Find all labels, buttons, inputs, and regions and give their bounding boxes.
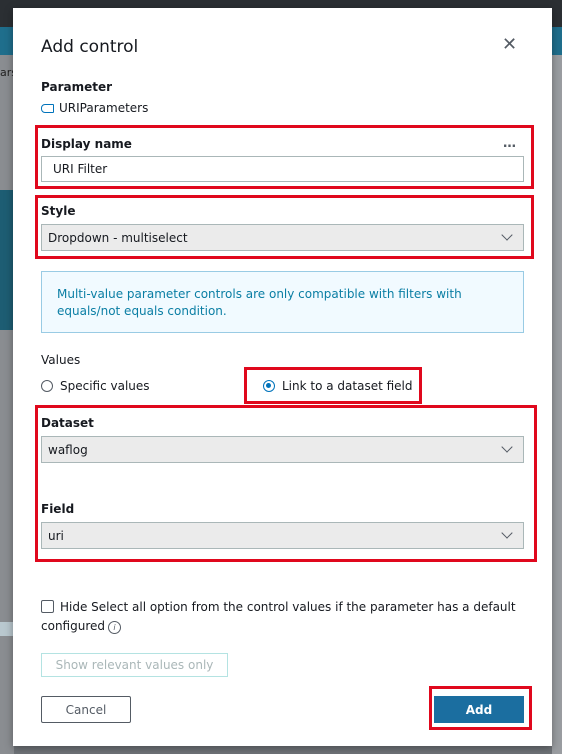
parameter-icon [41,103,54,113]
cancel-button[interactable]: Cancel [41,696,131,723]
radio-specific-values[interactable]: Specific values [41,379,150,393]
info-message: Multi-value parameter controls are only … [41,271,524,333]
parameter-label: Parameter [41,80,113,94]
show-relevant-values-button[interactable]: Show relevant values only [41,653,228,677]
field-select-value: uri [48,528,64,543]
dataset-label: Dataset [41,416,94,430]
info-icon[interactable]: i [108,621,121,634]
background-right-pane [552,55,562,754]
dataset-select-value: waflog [48,442,88,457]
radio-specific-values-label: Specific values [60,379,150,393]
radio-link-dataset-field-label: Link to a dataset field [282,379,413,393]
add-control-dialog: Add control ✕ Parameter URIParameters Di… [13,8,552,746]
background-left-visual [0,190,14,330]
display-name-label: Display name [41,137,132,151]
chevron-down-icon [501,527,513,539]
display-name-input[interactable]: URI Filter [41,156,524,182]
more-options-icon[interactable]: … [503,136,517,151]
checkbox-icon[interactable] [41,600,54,613]
values-label: Values [41,353,81,367]
background-left-strip [0,622,14,636]
dialog-title: Add control [41,37,139,57]
chevron-down-icon [501,229,513,241]
dataset-select[interactable]: waflog [41,436,524,463]
close-icon[interactable]: ✕ [502,35,517,55]
background-left-pane [0,55,14,754]
radio-button-icon[interactable] [41,380,53,392]
style-label: Style [41,204,76,218]
field-select[interactable]: uri [41,522,524,549]
chevron-down-icon [501,441,513,453]
add-button[interactable]: Add [434,696,524,723]
radio-link-dataset-field[interactable]: Link to a dataset field [263,379,413,393]
parameter-name: URIParameters [41,101,148,115]
radio-button-selected-icon[interactable] [263,380,275,392]
field-label: Field [41,502,75,516]
hide-select-all-option[interactable]: Hide Select all option from the control … [41,598,521,636]
style-select[interactable]: Dropdown - multiselect [41,224,524,251]
style-select-value: Dropdown - multiselect [48,230,188,245]
parameter-name-text: URIParameters [59,101,149,115]
display-name-value: URI Filter [53,162,108,176]
